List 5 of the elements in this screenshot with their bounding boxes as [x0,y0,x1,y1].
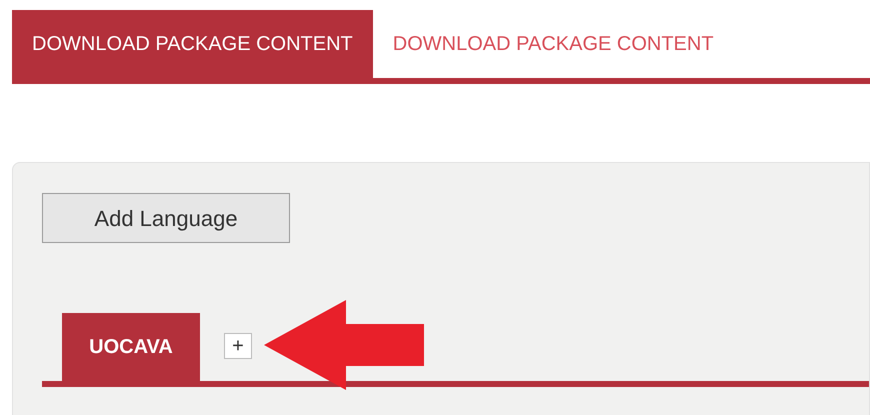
arrow-icon [264,300,426,390]
tab[interactable]: DOWNLOAD PACKAGE CONTENT [12,10,373,78]
add-language-button[interactable]: Add Language [42,193,290,243]
language-tab[interactable]: UOCAVA [62,313,200,381]
add-tab-button[interactable]: + [224,333,252,359]
